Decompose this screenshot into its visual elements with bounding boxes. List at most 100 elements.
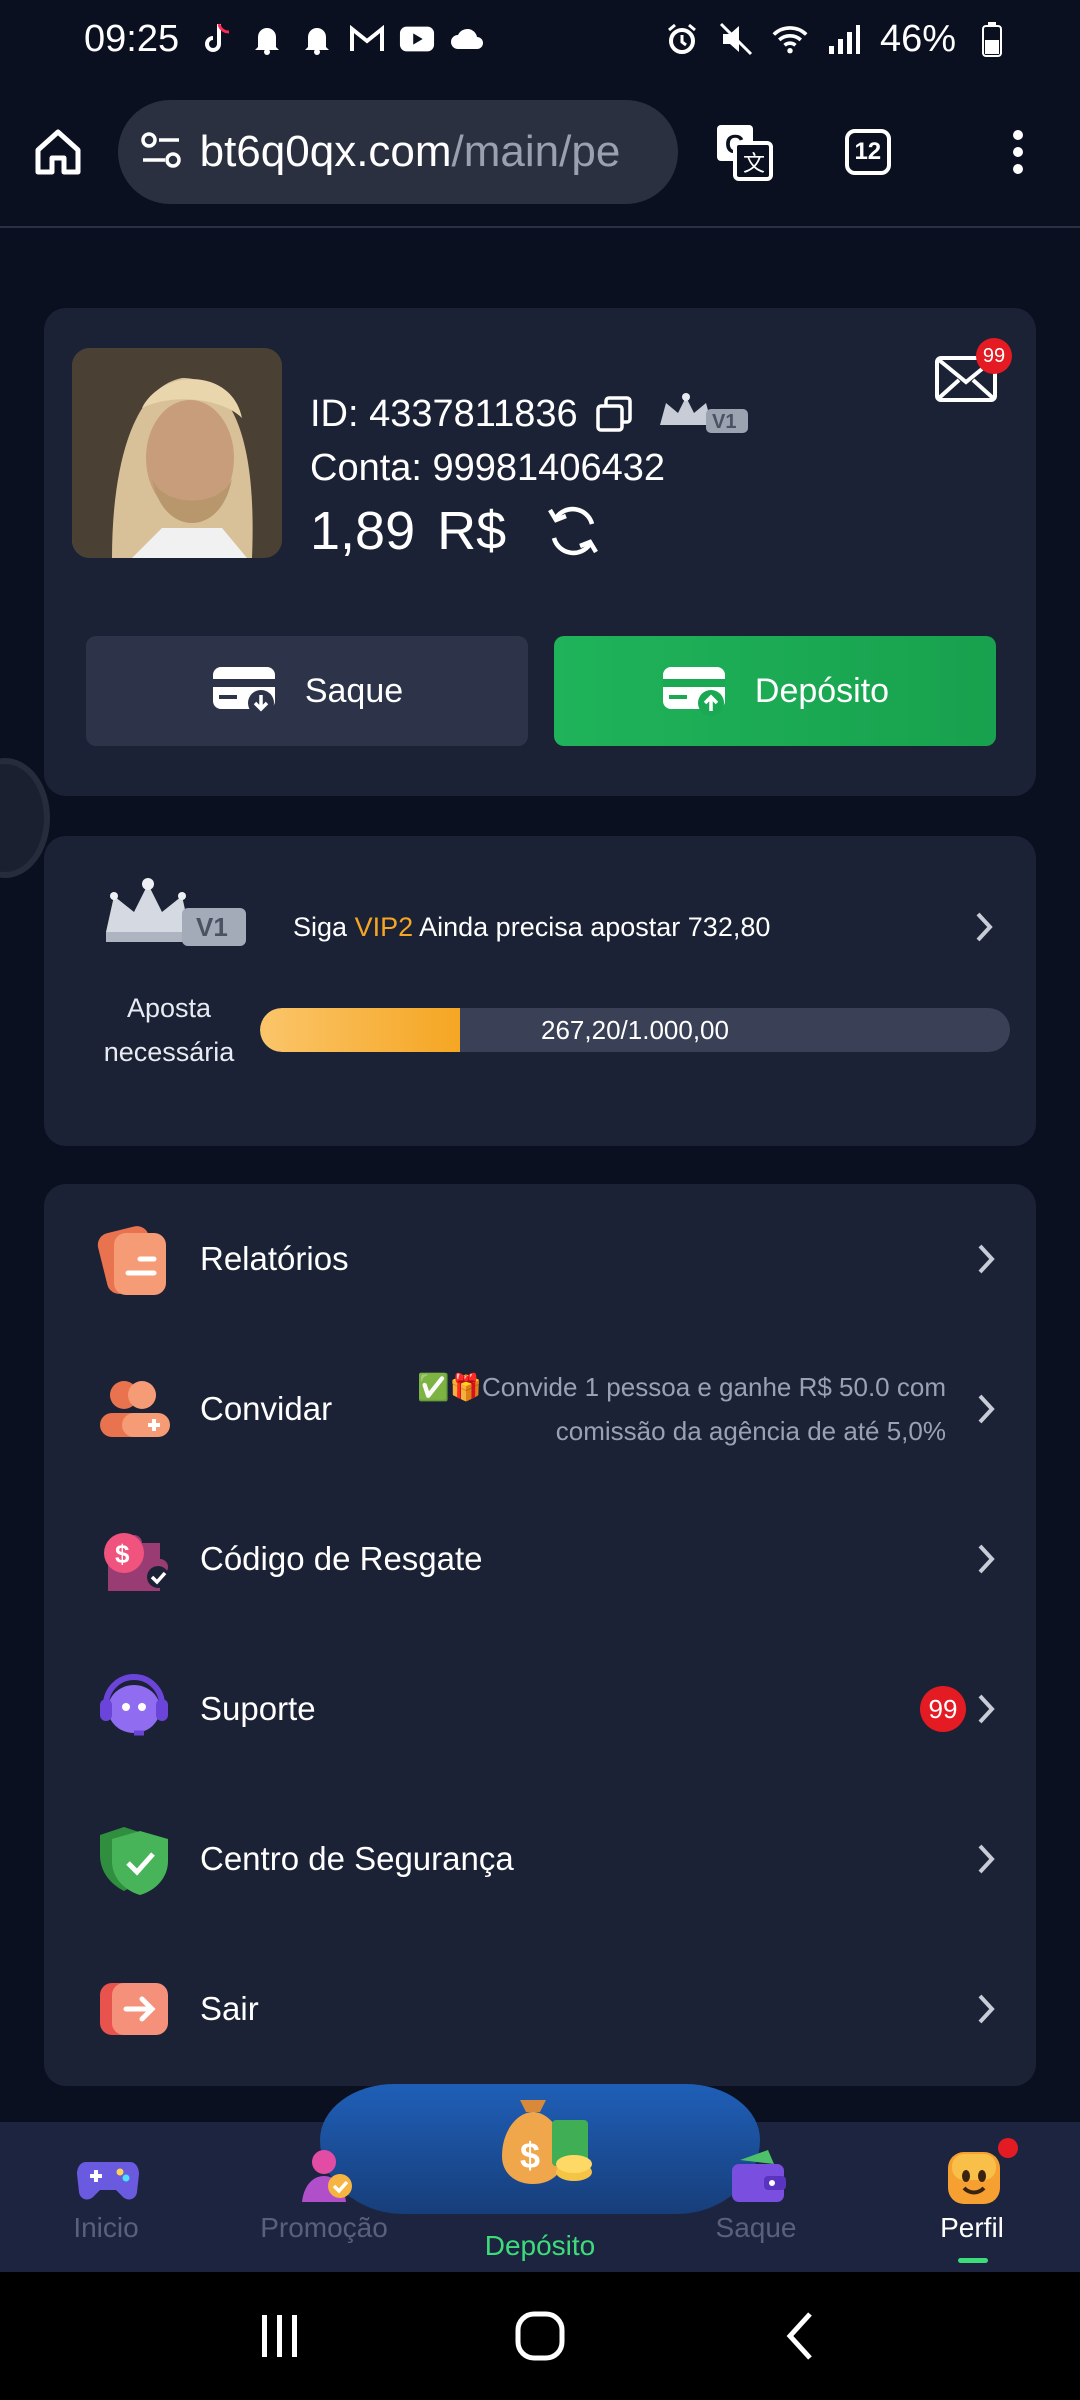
nav-item-home[interactable]: Inicio [6, 2122, 206, 2272]
refresh-icon[interactable] [544, 502, 602, 560]
profile-face-icon [942, 2146, 1006, 2206]
vip-card[interactable]: V1 Aposta necessária Siga VIP2 Ainda pre… [44, 836, 1036, 1146]
profile-notification-dot [998, 2138, 1018, 2158]
account-number: Conta: 99981406432 [310, 446, 665, 489]
youtube-icon [399, 21, 435, 57]
recent-apps-button[interactable] [240, 2296, 320, 2376]
active-tab-indicator [958, 2258, 988, 2263]
withdraw-button[interactable]: Saque [86, 636, 528, 746]
money-bag-icon: $ [482, 2086, 598, 2190]
home-button[interactable] [28, 117, 88, 187]
menu-label-security-center: Centro de Segurança [200, 1840, 514, 1877]
system-status-icons: 46% [664, 18, 1010, 61]
vip-badge: V1 [656, 391, 752, 437]
chevron-right-icon [972, 1842, 1000, 1876]
mail-badge: 99 [976, 338, 1012, 374]
invite-description: ✅🎁Convide 1 pessoa e ganhe R$ 50.0 com c… [417, 1372, 946, 1446]
chevron-right-icon[interactable] [970, 910, 998, 949]
bell-icon [299, 21, 335, 57]
wallet-icon [726, 2146, 790, 2206]
browser-toolbar: bt6q0qx.com/main/pe G文 12 [0, 78, 1080, 228]
balance-currency: R$ [437, 501, 507, 561]
system-home-button[interactable] [500, 2296, 580, 2376]
invite-icon [94, 1369, 174, 1449]
menu-label-logout: Sair [200, 1990, 259, 2027]
gmail-icon [349, 21, 385, 57]
menu-item-security-center[interactable]: Centro de Segurança [44, 1784, 1036, 1934]
nav-label-deposit: Depósito [484, 2230, 596, 2261]
user-id: ID: 4337811836 [310, 392, 578, 435]
floating-handle[interactable] [0, 758, 50, 878]
nav-item-profile[interactable]: Perfil [872, 2122, 1072, 2272]
tabs-count: 12 [844, 129, 891, 175]
avatar[interactable] [72, 348, 282, 558]
menu-item-support[interactable]: Suporte 99 [44, 1634, 1036, 1784]
home-circle-icon [515, 2311, 565, 2361]
tiktok-icon [199, 21, 235, 57]
menu-label-invite: Convidar [200, 1390, 333, 1427]
svg-text:文: 文 [743, 151, 765, 176]
mail-button[interactable]: 99 [934, 338, 1012, 404]
vip-level-text: V1 [712, 411, 736, 433]
notification-icons [199, 21, 485, 57]
recent-apps-icon [262, 2315, 297, 2357]
promotion-icon [294, 2146, 358, 2206]
bell-icon [249, 21, 285, 57]
chevron-right-icon [972, 1542, 1000, 1576]
mute-icon [718, 21, 754, 57]
menu-label-support: Suporte [200, 1690, 316, 1727]
browser-menu-button[interactable] [984, 112, 1052, 192]
status-time: 09:25 [84, 17, 180, 60]
card-withdraw-icon [212, 667, 275, 716]
vip-progress-text: 267,20/1.000,00 [541, 1014, 729, 1045]
svg-text:$: $ [115, 1539, 130, 1569]
chevron-right-icon [972, 1392, 1000, 1426]
crown-icon: V1 [659, 393, 748, 433]
deposit-label: Depósito [754, 671, 890, 710]
site-settings-icon[interactable] [140, 130, 182, 175]
card-deposit-icon [662, 667, 725, 716]
nav-item-deposit[interactable]: $ Depósito [440, 2100, 640, 2272]
nav-item-promotion[interactable]: Promoção [224, 2122, 424, 2272]
alarm-icon [664, 21, 700, 57]
translate-button[interactable]: G文 [710, 112, 778, 192]
cloud-icon [449, 21, 485, 57]
signal-icon [826, 21, 862, 57]
chevron-right-icon [972, 1992, 1000, 2026]
svg-text:$: $ [520, 2135, 540, 2176]
url-bar[interactable]: bt6q0qx.com/main/pe [117, 100, 678, 204]
withdraw-label: Saque [304, 671, 404, 710]
battery-percent: 46% [879, 17, 956, 60]
wifi-icon [772, 21, 808, 57]
translate-icon: G文 [716, 125, 773, 181]
copy-icon[interactable] [594, 394, 634, 434]
menu-item-logout[interactable]: Sair [44, 1934, 1036, 2084]
menu-list: Relatórios Convidar ✅🎁Convide 1 pessoa e… [44, 1184, 1036, 2086]
logout-icon [94, 1969, 174, 2049]
gamepad-icon [76, 2146, 140, 2206]
support-icon [94, 1669, 174, 1749]
menu-item-invite[interactable]: Convidar ✅🎁Convide 1 pessoa e ganhe R$ 5… [44, 1334, 1036, 1484]
redeem-code-icon: $ [94, 1519, 174, 1599]
tabs-button[interactable]: 12 [834, 112, 902, 192]
nav-item-withdraw[interactable]: Saque [656, 2122, 856, 2272]
home-icon [35, 129, 81, 175]
bottom-navigation: Inicio Promoção $ Depósito Saque Perfil [0, 2084, 1080, 2272]
nav-label-withdraw: Saque [715, 2212, 797, 2243]
vip-card-level: V1 [196, 912, 228, 942]
profile-card: ID: 4337811836 V1 Conta: 99981406432 1,8… [44, 308, 1036, 796]
system-navigation-bar [0, 2272, 1080, 2400]
battery-icon [974, 21, 1010, 57]
status-bar: 09:25 46% [0, 0, 1080, 78]
nav-label-promotion: Promoção [260, 2212, 388, 2243]
vip-crown-icon: V1 [100, 876, 250, 956]
shield-icon [94, 1819, 174, 1899]
reports-icon [94, 1219, 174, 1299]
back-button[interactable] [760, 2296, 840, 2376]
menu-item-reports[interactable]: Relatórios [44, 1184, 1036, 1334]
url-text: bt6q0qx.com/main/pe [199, 127, 621, 176]
vip-requirement-text: Siga VIP2 Ainda precisa apostar 732,80 [293, 912, 771, 942]
menu-item-redeem-code[interactable]: $ Código de Resgate [44, 1484, 1036, 1634]
deposit-button[interactable]: Depósito [554, 636, 996, 746]
menu-label-redeem-code: Código de Resgate [200, 1540, 483, 1577]
